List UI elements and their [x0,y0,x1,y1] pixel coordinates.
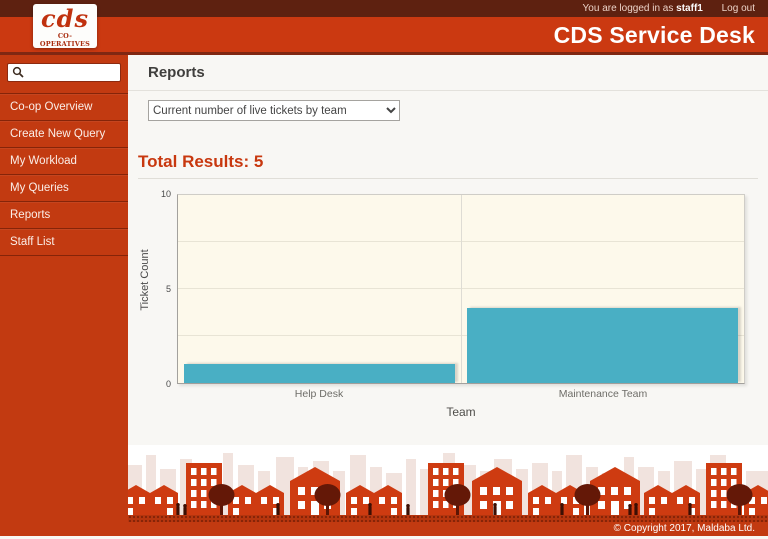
x-category-label: Help Desk [177,388,461,400]
logo-text: cds [33,6,97,32]
logo-subtext: CO-OPERATIVES [33,32,97,48]
copyright-text: © Copyright 2017, Maldaba Ltd. [614,523,755,534]
page-header: Reports [128,55,768,91]
logout-link[interactable]: Log out [722,3,755,14]
sidebar-item-create-new-query[interactable]: Create New Query [0,121,128,148]
topbar: You are logged in as staff1 Log out [0,0,768,17]
y-axis-ticks: 0510 [128,194,174,384]
y-tick-label: 0 [166,379,171,389]
spacer [128,419,768,445]
illustration-ground [128,515,768,522]
total-results: Total Results: 5 [138,152,758,172]
sidebar-search [7,62,121,82]
category-divider [461,195,462,383]
footer: © Copyright 2017, Maldaba Ltd. [128,522,768,536]
search-input[interactable] [7,63,121,82]
page-title: Reports [148,64,205,81]
sidebar-item-my-workload[interactable]: My Workload [0,148,128,175]
app-title: CDS Service Desk [0,17,768,49]
username: staff1 [676,3,703,14]
y-tick-label: 10 [161,189,171,199]
sidebar-menu: Co-op Overview Create New Query My Workl… [0,93,128,256]
chart-plot [177,194,745,384]
x-category-label: Maintenance Team [461,388,745,400]
sidebar-item-coop-overview[interactable]: Co-op Overview [0,94,128,121]
search-icon [12,65,24,83]
cityscape-svg [128,445,768,515]
sidebar-item-reports[interactable]: Reports [0,202,128,229]
x-axis-title: Team [177,405,745,419]
main-content: Reports Current number of live tickets b… [128,55,768,536]
bar-help-desk [184,364,456,383]
logged-in-text: You are logged in as [583,3,674,14]
report-select-row: Current number of live tickets by team [128,91,768,130]
app-header: CDS Service Desk [0,17,768,55]
sidebar-item-my-queries[interactable]: My Queries [0,175,128,202]
sidebar: Co-op Overview Create New Query My Workl… [0,55,128,536]
y-tick-label: 5 [166,284,171,294]
report-type-select[interactable]: Current number of live tickets by team [148,100,400,121]
x-axis-labels: Help DeskMaintenance Team [177,388,745,402]
sidebar-item-staff-list[interactable]: Staff List [0,229,128,256]
cds-logo[interactable]: cds CO-OPERATIVES [33,4,97,48]
bar-maintenance-team [467,308,739,383]
ticket-count-chart: Ticket Count 0510 Help DeskMaintenance T… [128,179,768,419]
cityscape-illustration [128,445,768,515]
